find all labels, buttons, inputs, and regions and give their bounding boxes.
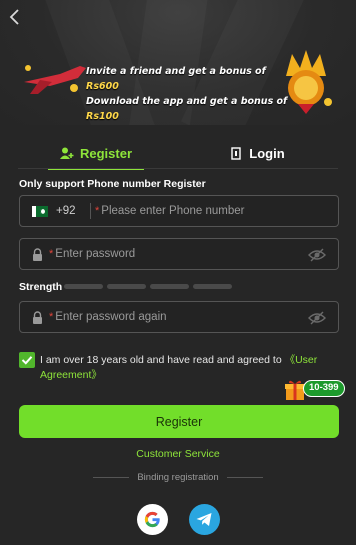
auth-tabs: Register Login — [0, 138, 356, 170]
divider-line — [226, 477, 264, 478]
login-icon — [231, 146, 241, 160]
binding-registration-divider: Binding registration — [93, 472, 264, 483]
telegram-login-button[interactable] — [189, 504, 220, 535]
phone-field[interactable]: +92 * Please enter Phone number — [19, 195, 339, 227]
promo-text: Invite a friend and get a bonus of Rs600… — [86, 64, 296, 124]
google-login-button[interactable] — [137, 504, 168, 535]
phone-register-note: Only support Phone number Register — [19, 178, 206, 190]
tab-register[interactable]: Register — [48, 138, 144, 170]
tab-register-label: Register — [79, 145, 133, 161]
back-button[interactable] — [8, 8, 28, 28]
lock-icon — [33, 247, 42, 261]
strength-meter — [64, 284, 232, 289]
binding-label: Binding registration — [137, 472, 219, 483]
crown-icon — [286, 50, 332, 114]
phone-input[interactable]: Please enter Phone number — [101, 205, 244, 217]
promo-line-1: Invite a friend and get a bonus of — [86, 66, 266, 77]
chevron-left-icon — [9, 9, 19, 25]
bonus-badge: 10-399 — [303, 380, 345, 397]
strength-label: Strength — [19, 281, 63, 293]
add-user-icon — [59, 147, 74, 159]
agreement-statement: I am over 18 years old and have read and… — [40, 354, 285, 366]
required-mark: * — [49, 311, 54, 323]
lock-icon — [33, 310, 42, 324]
password-input[interactable]: Enter password — [55, 248, 135, 260]
required-mark: * — [95, 205, 100, 217]
field-divider — [90, 203, 91, 219]
promo-amount-2: Rs100 — [86, 111, 119, 122]
promo-line-2: Download the app and get a bonus of — [86, 96, 288, 107]
confirm-password-input[interactable]: Enter password again — [55, 311, 166, 323]
tab-divider — [18, 168, 338, 169]
telegram-icon — [196, 513, 212, 526]
password-field[interactable]: * Enter password — [19, 238, 339, 270]
strength-bar — [150, 284, 189, 289]
promo-banner: Invite a friend and get a bonus of Rs600… — [16, 38, 340, 122]
google-icon — [144, 511, 160, 528]
country-code[interactable]: +92 — [56, 205, 86, 217]
airplane-icon — [24, 65, 86, 94]
pakistan-flag-icon — [32, 205, 48, 217]
confirm-password-field[interactable]: * Enter password again — [19, 301, 339, 333]
customer-service-link[interactable]: Customer Service — [0, 448, 356, 460]
tab-login-label: Login — [249, 145, 285, 161]
agreement-checkbox[interactable] — [19, 352, 35, 368]
eye-hidden-icon[interactable] — [308, 248, 326, 262]
required-mark: * — [49, 248, 54, 260]
checkmark-icon — [21, 356, 33, 365]
tab-login[interactable]: Login — [210, 138, 306, 168]
register-button[interactable]: Register — [19, 405, 339, 438]
strength-bar — [64, 284, 103, 289]
eye-hidden-icon[interactable] — [308, 311, 326, 325]
strength-bar — [193, 284, 232, 289]
divider-line — [93, 477, 130, 478]
promo-amount-1: Rs600 — [86, 81, 119, 92]
strength-bar — [107, 284, 146, 289]
